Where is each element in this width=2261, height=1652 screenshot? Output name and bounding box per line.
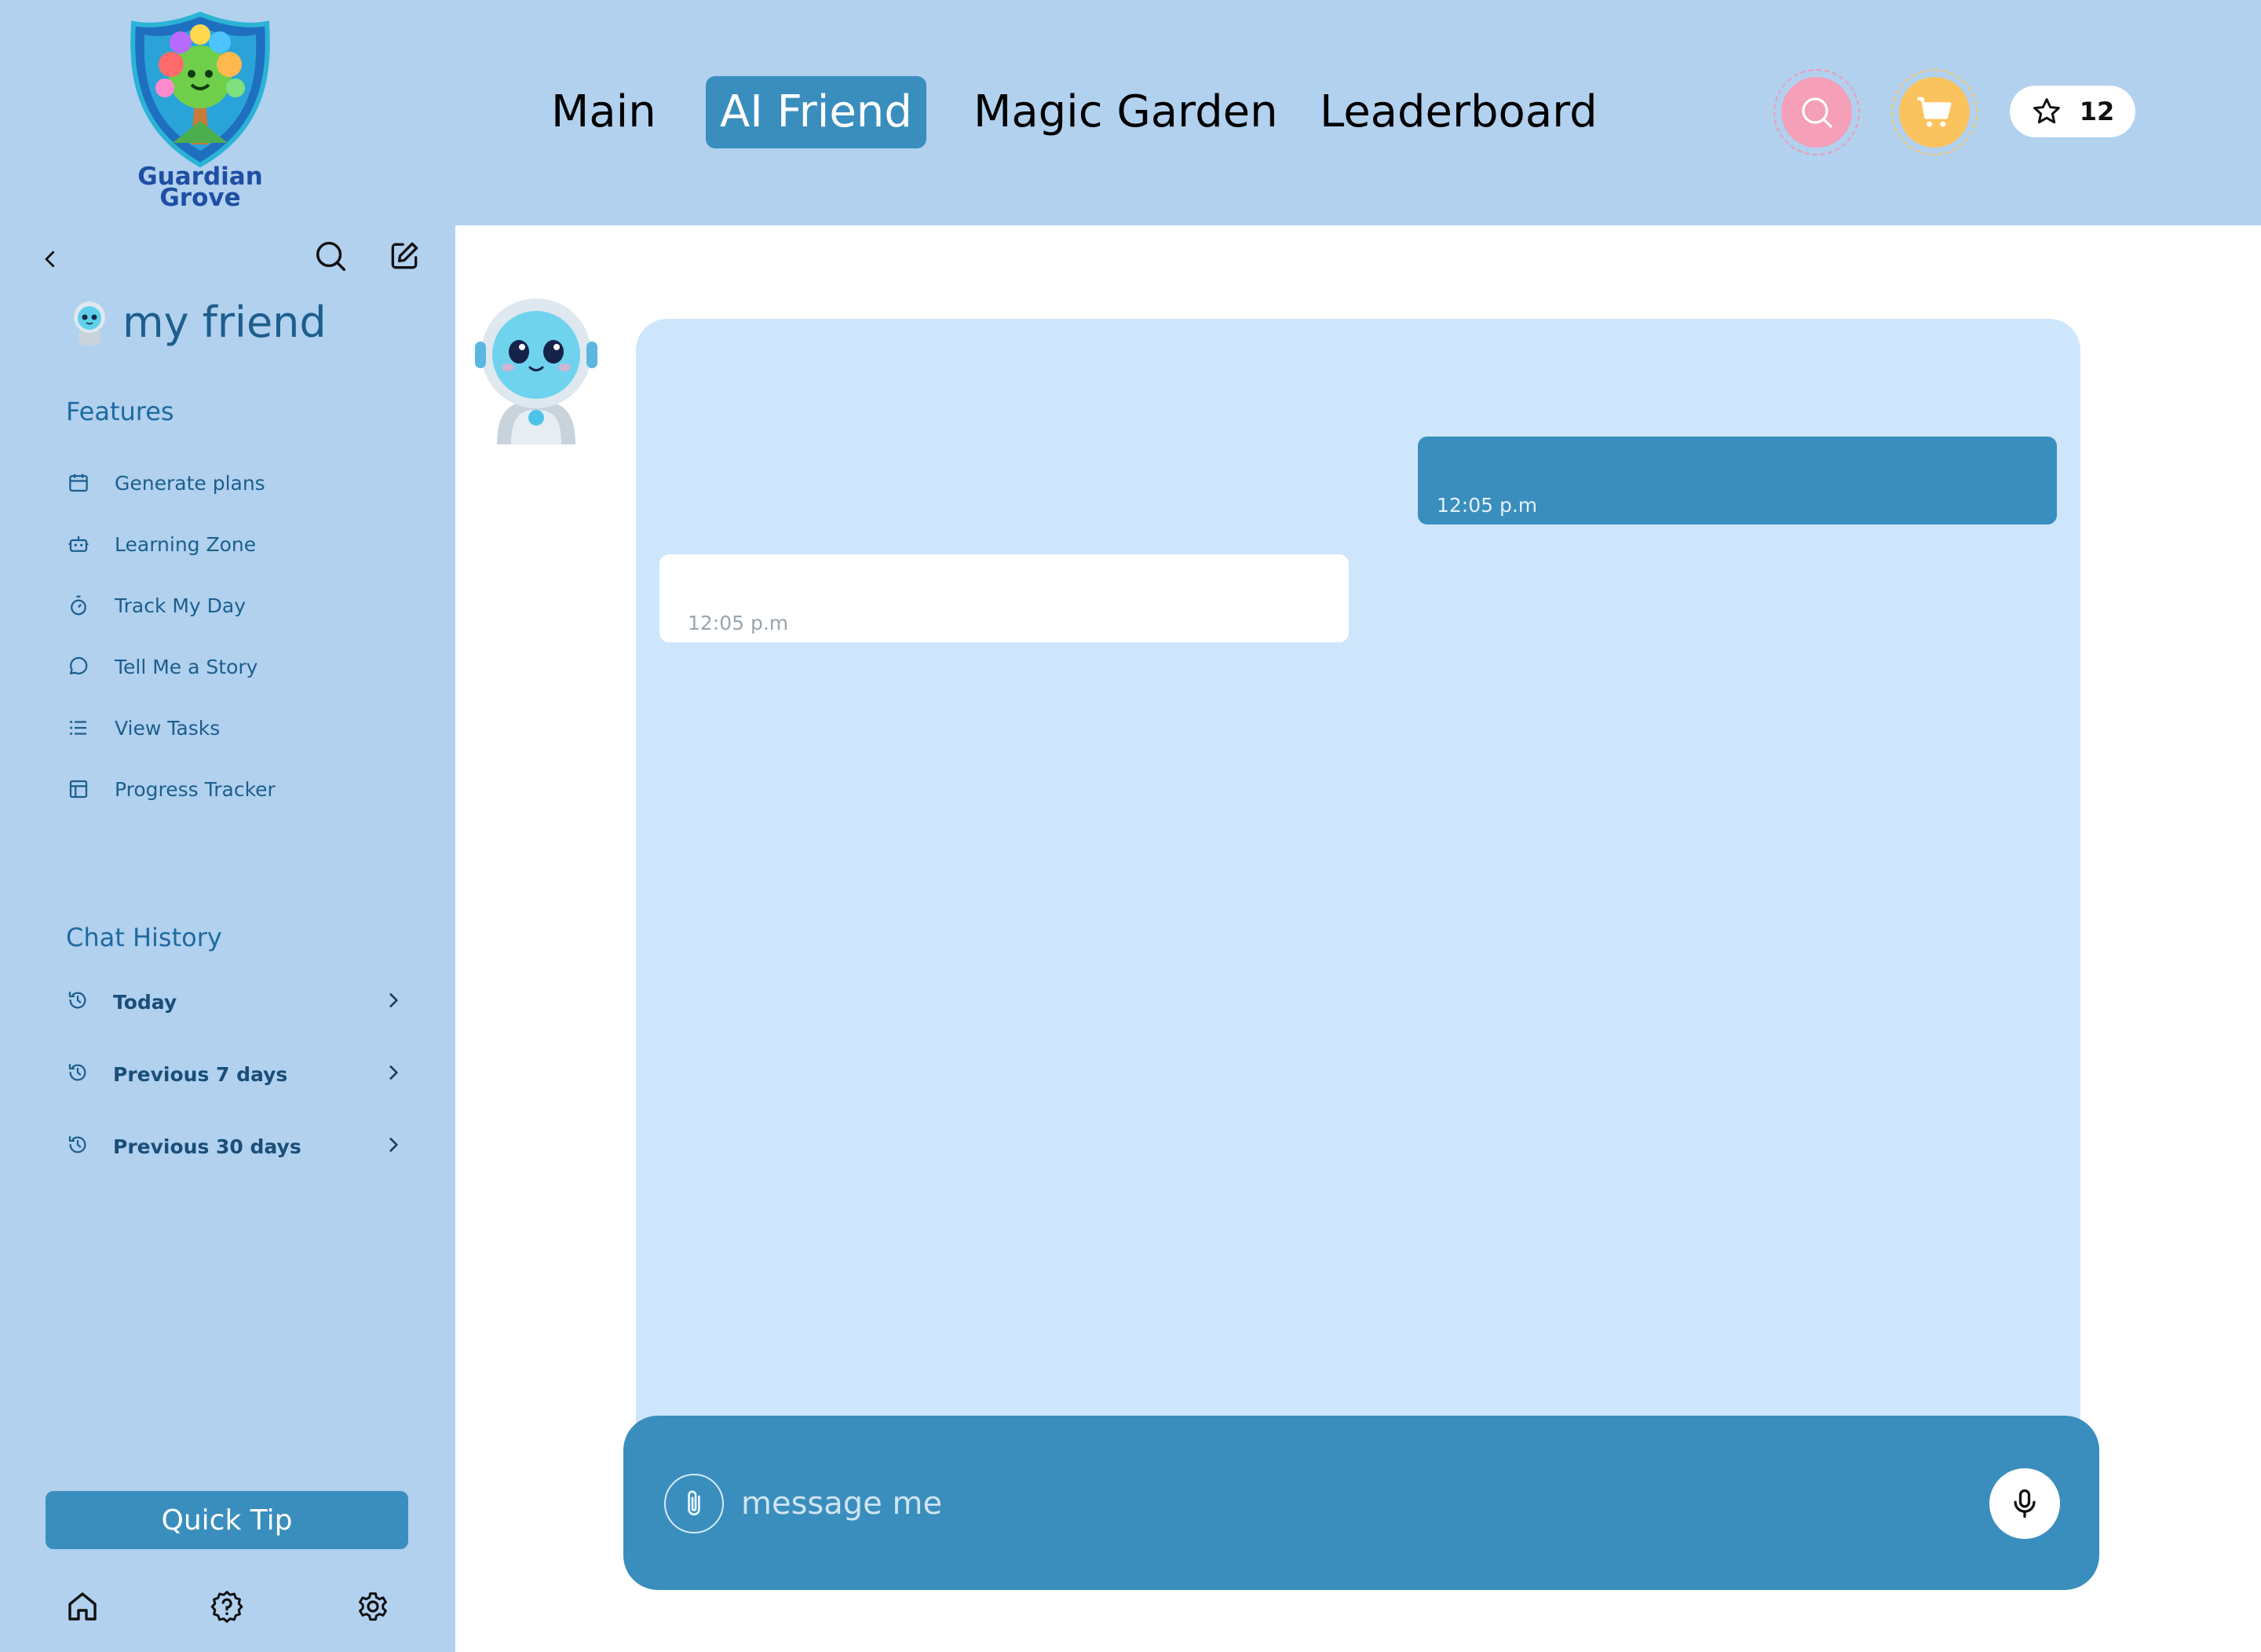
feature-label: Progress Tracker: [115, 777, 276, 801]
feature-label: Generate plans: [115, 471, 265, 495]
list-icon: [66, 715, 91, 740]
nav-main[interactable]: Main: [551, 76, 656, 148]
history-icon: [66, 989, 89, 1015]
message-timestamp: 12:05 p.m: [1437, 494, 1538, 517]
history-icon: [66, 1133, 89, 1160]
feature-track-my-day[interactable]: Track My Day: [66, 590, 246, 621]
guardian-grove-logo[interactable]: Guardian Grove: [126, 11, 275, 211]
user-message-bubble: 12:05 p.m: [1418, 437, 2057, 524]
settings-icon: [359, 1592, 387, 1621]
stopwatch-icon: [66, 593, 91, 618]
chat-bubble-icon: [66, 654, 91, 679]
feature-learning-zone[interactable]: Learning Zone: [66, 528, 256, 560]
collapse-sidebar-button[interactable]: [35, 239, 66, 279]
home-button[interactable]: [61, 1585, 104, 1628]
feature-tell-me-a-story[interactable]: Tell Me a Story: [66, 651, 258, 682]
sidebar-search-button[interactable]: [311, 236, 350, 276]
feature-label: Track My Day: [115, 594, 247, 617]
feature-progress-tracker[interactable]: Progress Tracker: [66, 773, 276, 805]
sidebar-title: my friend: [68, 298, 327, 347]
chevron-right-icon: [383, 1062, 404, 1086]
cart-icon: [1917, 97, 1952, 127]
search-icon: [316, 241, 345, 271]
stars-counter[interactable]: 12: [2010, 86, 2135, 137]
sidebar-title-text: my friend: [122, 298, 327, 347]
chevron-right-icon: [383, 990, 404, 1014]
history-previous-7-days[interactable]: Previous 7 days: [66, 1057, 404, 1091]
help-icon: [210, 1591, 243, 1623]
quick-tip-button[interactable]: Quick Tip: [46, 1491, 408, 1549]
ai-message-bubble: 12:05 p.m: [659, 554, 1349, 642]
attach-button[interactable]: [664, 1474, 724, 1533]
message-timestamp: 12:05 p.m: [688, 612, 789, 634]
history-today[interactable]: Today: [66, 985, 404, 1019]
history-label: Previous 7 days: [113, 1062, 288, 1086]
header-search-button[interactable]: [1773, 69, 1860, 155]
settings-button[interactable]: [352, 1585, 394, 1628]
layout-icon: [66, 777, 91, 802]
top-header: Guardian Grove Main AI Friend Magic Gard…: [0, 0, 2261, 225]
nav-magic-garden[interactable]: Magic Garden: [973, 76, 1278, 148]
microphone-icon: [2014, 1489, 2036, 1519]
paperclip-icon: [688, 1490, 700, 1516]
header-cart-button[interactable]: [1891, 69, 1978, 155]
message-composer: [623, 1416, 2099, 1590]
search-icon: [1802, 97, 1832, 128]
feature-label: Tell Me a Story: [115, 655, 258, 678]
edit-icon: [391, 242, 418, 269]
chevron-right-icon: [383, 1135, 404, 1158]
robot-icon: [66, 532, 91, 557]
home-icon: [68, 1592, 97, 1621]
shield-tree-icon: [130, 11, 270, 168]
history-label: Today: [113, 990, 177, 1014]
ai-friend-avatar: [473, 298, 599, 444]
history-previous-30-days[interactable]: Previous 30 days: [66, 1129, 404, 1164]
sidebar: my friend Features Generate plans Learni…: [0, 225, 455, 1652]
chat-history-heading: Chat History: [66, 923, 222, 952]
calendar-icon: [66, 470, 91, 495]
history-label: Previous 30 days: [113, 1135, 301, 1158]
features-heading: Features: [66, 397, 174, 426]
robot-avatar-icon: [74, 301, 105, 345]
chevron-left-icon: [45, 250, 55, 268]
robot-avatar-icon: [475, 298, 597, 444]
feature-generate-plans[interactable]: Generate plans: [66, 467, 265, 499]
feature-label: Learning Zone: [115, 532, 257, 556]
stars-count: 12: [2079, 97, 2115, 126]
microphone-button[interactable]: [1989, 1468, 2060, 1539]
new-chat-button[interactable]: [385, 236, 424, 276]
help-button[interactable]: [206, 1585, 248, 1628]
message-input[interactable]: [741, 1472, 1840, 1535]
history-icon: [66, 1061, 89, 1087]
nav-leaderboard[interactable]: Leaderboard: [1320, 76, 1598, 148]
feature-view-tasks[interactable]: View Tasks: [66, 712, 220, 744]
nav-ai-friend[interactable]: AI Friend: [706, 76, 926, 148]
feature-label: View Tasks: [115, 716, 221, 740]
logo-text: Guardian Grove: [137, 163, 263, 212]
star-icon: [2033, 98, 2060, 124]
